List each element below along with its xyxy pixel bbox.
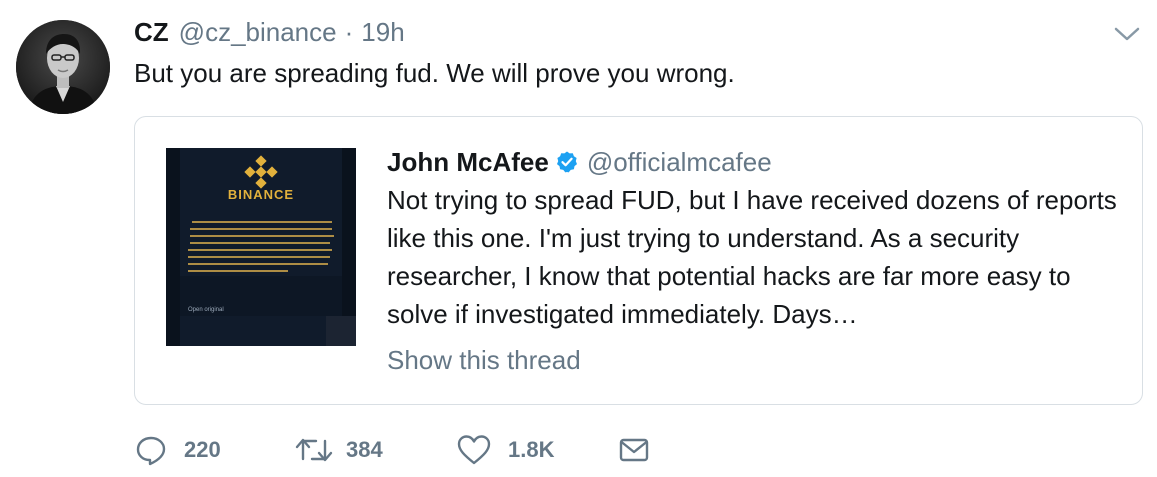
like-button[interactable]: 1.8K [456, 430, 554, 470]
retweet-count: 384 [346, 437, 383, 462]
author-handle[interactable]: @cz_binance [179, 17, 337, 48]
reply-icon [134, 433, 168, 467]
quoted-tweet[interactable]: BINANCE Open original John McAfee @offic… [134, 116, 1143, 405]
retweet-icon [294, 433, 334, 467]
quoted-tweet-image[interactable]: BINANCE Open original [166, 148, 356, 346]
reply-count: 220 [184, 437, 221, 462]
quoted-tweet-header: John McAfee @officialmcafee [387, 145, 772, 179]
show-thread-link[interactable]: Show this thread [387, 343, 581, 377]
like-count: 1.8K [508, 437, 555, 462]
retweet-button[interactable]: 384 [294, 430, 383, 470]
timestamp[interactable]: 19h [361, 17, 404, 48]
tweet-text: But you are spreading fud. We will prove… [134, 58, 735, 88]
verified-badge-icon [555, 150, 579, 174]
open-original-label: Open original [188, 307, 224, 313]
separator-dot: · [344, 16, 354, 47]
binance-wordmark: BINANCE [228, 187, 294, 202]
quoted-tweet-text: Not trying to spread FUD, but I have rec… [387, 185, 1117, 329]
avatar[interactable] [16, 20, 110, 114]
quoted-author-name[interactable]: John McAfee [387, 147, 549, 178]
chevron-down-icon[interactable] [1113, 24, 1141, 44]
quoted-author-handle[interactable]: @officialmcafee [587, 147, 772, 178]
tweet-header: CZ @cz_binance · 19h [134, 14, 405, 50]
reply-button[interactable]: 220 [134, 430, 221, 470]
heart-icon [456, 433, 492, 467]
direct-message-button[interactable] [618, 430, 650, 470]
envelope-icon [618, 433, 650, 467]
author-name[interactable]: CZ [134, 17, 169, 48]
